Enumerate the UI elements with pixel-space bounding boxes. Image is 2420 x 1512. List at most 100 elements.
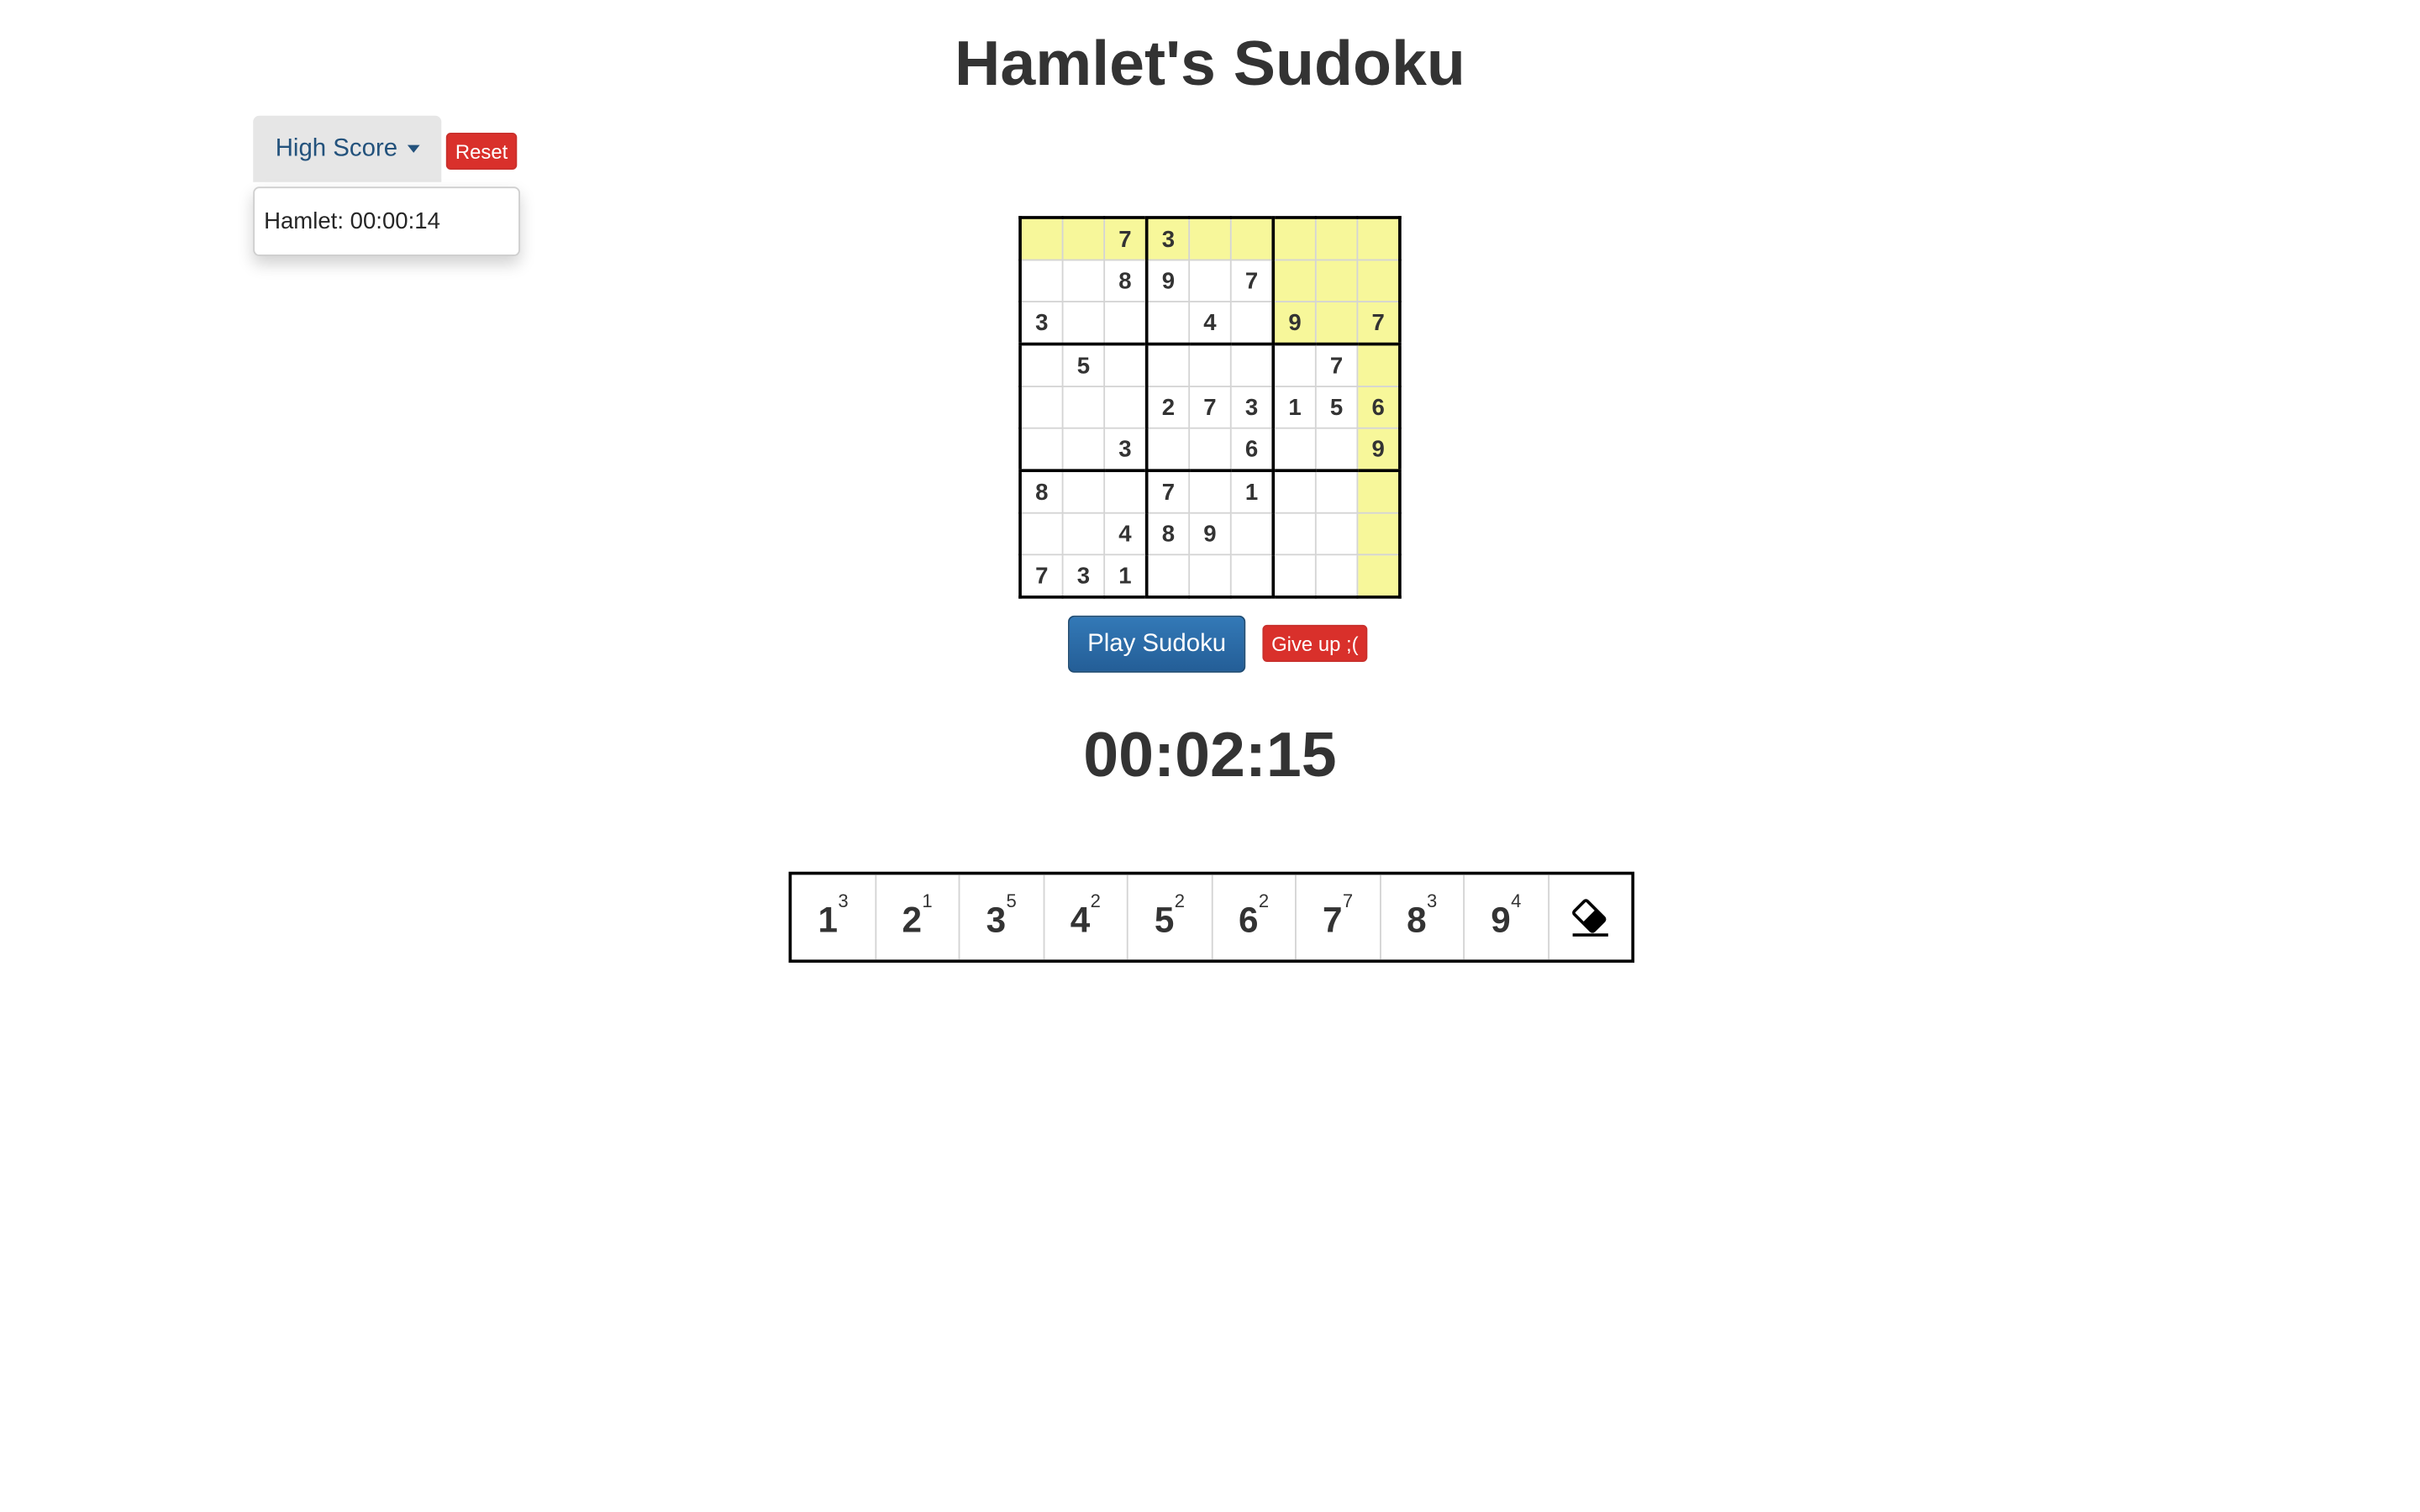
sudoku-cell[interactable]: 3 <box>1061 554 1106 598</box>
sudoku-cell[interactable] <box>1229 512 1275 556</box>
number-key-2[interactable]: 21 <box>876 874 960 960</box>
key-remaining-count: 2 <box>1258 890 1270 912</box>
sudoku-cell[interactable]: 3 <box>1019 301 1064 345</box>
sudoku-cell[interactable]: 4 <box>1188 301 1232 345</box>
eraser-button[interactable] <box>1549 874 1631 959</box>
sudoku-cell[interactable]: 6 <box>1229 427 1275 472</box>
sudoku-cell[interactable] <box>1314 512 1359 556</box>
sudoku-cell[interactable] <box>1103 386 1148 429</box>
sudoku-cell[interactable] <box>1188 259 1232 302</box>
sudoku-cell[interactable] <box>1144 554 1191 598</box>
sudoku-cell[interactable]: 7 <box>1314 342 1359 387</box>
sudoku-cell[interactable]: 9 <box>1144 259 1191 302</box>
sudoku-cell[interactable] <box>1061 427 1106 472</box>
sudoku-cell[interactable] <box>1314 217 1359 261</box>
sudoku-cell[interactable]: 7 <box>1019 554 1064 598</box>
sudoku-cell[interactable] <box>1144 342 1191 387</box>
key-remaining-count: 4 <box>1511 890 1522 912</box>
number-key-7[interactable]: 77 <box>1297 874 1381 960</box>
key-digit: 4 <box>1070 899 1091 940</box>
sudoku-cell[interactable] <box>1061 301 1106 345</box>
sudoku-cell[interactable] <box>1103 301 1148 345</box>
sudoku-cell[interactable] <box>1019 259 1064 302</box>
sudoku-cell[interactable]: 1 <box>1103 554 1148 598</box>
sudoku-cell[interactable]: 6 <box>1356 386 1401 429</box>
sudoku-cell[interactable]: 9 <box>1188 512 1232 556</box>
number-key-4[interactable]: 42 <box>1044 874 1128 960</box>
sudoku-cell[interactable]: 7 <box>1356 301 1401 345</box>
sudoku-cell[interactable] <box>1188 217 1232 261</box>
number-key-3[interactable]: 35 <box>960 874 1044 960</box>
sudoku-cell[interactable] <box>1271 554 1317 598</box>
sudoku-cell[interactable] <box>1314 301 1359 345</box>
sudoku-cell[interactable] <box>1271 427 1317 472</box>
sudoku-cell[interactable]: 1 <box>1229 469 1275 514</box>
sudoku-cell[interactable] <box>1271 342 1317 387</box>
sudoku-cell[interactable] <box>1103 342 1148 387</box>
high-score-entry[interactable]: Hamlet: 00:00:14 <box>264 208 518 234</box>
sudoku-cell[interactable] <box>1061 259 1106 302</box>
sudoku-cell[interactable] <box>1061 217 1106 261</box>
give-up-button[interactable]: Give up ;( <box>1262 624 1368 662</box>
sudoku-cell[interactable] <box>1019 512 1064 556</box>
sudoku-cell[interactable] <box>1314 427 1359 472</box>
sudoku-cell[interactable] <box>1188 427 1232 472</box>
key-remaining-count: 5 <box>1006 890 1017 912</box>
reset-button[interactable]: Reset <box>445 132 518 171</box>
sudoku-cell[interactable] <box>1144 427 1191 472</box>
sudoku-cell[interactable]: 8 <box>1144 512 1191 556</box>
sudoku-cell[interactable] <box>1229 217 1275 261</box>
sudoku-cell[interactable] <box>1144 301 1191 345</box>
sudoku-cell[interactable]: 9 <box>1356 427 1401 472</box>
sudoku-cell[interactable] <box>1019 217 1064 261</box>
number-key-5[interactable]: 52 <box>1128 874 1213 960</box>
sudoku-cell[interactable] <box>1271 469 1317 514</box>
sudoku-cell[interactable] <box>1061 469 1106 514</box>
number-key-6[interactable]: 62 <box>1213 874 1297 960</box>
sudoku-cell[interactable] <box>1356 469 1401 514</box>
high-score-dropdown-toggle[interactable]: High Score <box>253 115 442 182</box>
sudoku-cell[interactable] <box>1188 554 1232 598</box>
number-key-9[interactable]: 94 <box>1465 874 1549 960</box>
play-sudoku-button[interactable]: Play Sudoku <box>1067 615 1246 673</box>
sudoku-cell[interactable] <box>1356 512 1401 556</box>
sudoku-cell[interactable] <box>1061 386 1106 429</box>
sudoku-cell[interactable]: 2 <box>1144 386 1191 429</box>
sudoku-cell[interactable]: 9 <box>1271 301 1317 345</box>
sudoku-cell[interactable]: 7 <box>1229 259 1275 302</box>
sudoku-cell[interactable]: 7 <box>1144 469 1191 514</box>
sudoku-cell[interactable] <box>1356 217 1401 261</box>
sudoku-cell[interactable] <box>1356 554 1401 598</box>
sudoku-cell[interactable] <box>1271 259 1317 302</box>
sudoku-cell[interactable] <box>1188 469 1232 514</box>
sudoku-cell[interactable]: 1 <box>1271 386 1317 429</box>
sudoku-cell[interactable]: 3 <box>1144 217 1191 261</box>
sudoku-cell[interactable] <box>1019 386 1064 429</box>
sudoku-cell[interactable]: 5 <box>1061 342 1106 387</box>
sudoku-cell[interactable]: 3 <box>1103 427 1148 472</box>
sudoku-cell[interactable]: 7 <box>1103 217 1148 261</box>
sudoku-cell[interactable] <box>1314 469 1359 514</box>
sudoku-cell[interactable] <box>1188 342 1232 387</box>
sudoku-cell[interactable] <box>1229 342 1275 387</box>
sudoku-cell[interactable]: 4 <box>1103 512 1148 556</box>
sudoku-cell[interactable]: 3 <box>1229 386 1275 429</box>
sudoku-cell[interactable] <box>1229 554 1275 598</box>
sudoku-cell[interactable]: 8 <box>1103 259 1148 302</box>
sudoku-cell[interactable] <box>1271 512 1317 556</box>
sudoku-cell[interactable]: 5 <box>1314 386 1359 429</box>
sudoku-cell[interactable] <box>1019 427 1064 472</box>
sudoku-cell[interactable] <box>1356 259 1401 302</box>
sudoku-cell[interactable] <box>1061 512 1106 556</box>
sudoku-cell[interactable] <box>1314 554 1359 598</box>
sudoku-cell[interactable]: 8 <box>1019 469 1064 514</box>
sudoku-cell[interactable] <box>1356 342 1401 387</box>
number-key-1[interactable]: 13 <box>792 874 876 960</box>
sudoku-cell[interactable] <box>1229 301 1275 345</box>
sudoku-cell[interactable] <box>1271 217 1317 261</box>
sudoku-cell[interactable]: 7 <box>1188 386 1232 429</box>
sudoku-cell[interactable] <box>1019 342 1064 387</box>
sudoku-cell[interactable] <box>1314 259 1359 302</box>
sudoku-cell[interactable] <box>1103 469 1148 514</box>
number-key-8[interactable]: 83 <box>1381 874 1465 960</box>
